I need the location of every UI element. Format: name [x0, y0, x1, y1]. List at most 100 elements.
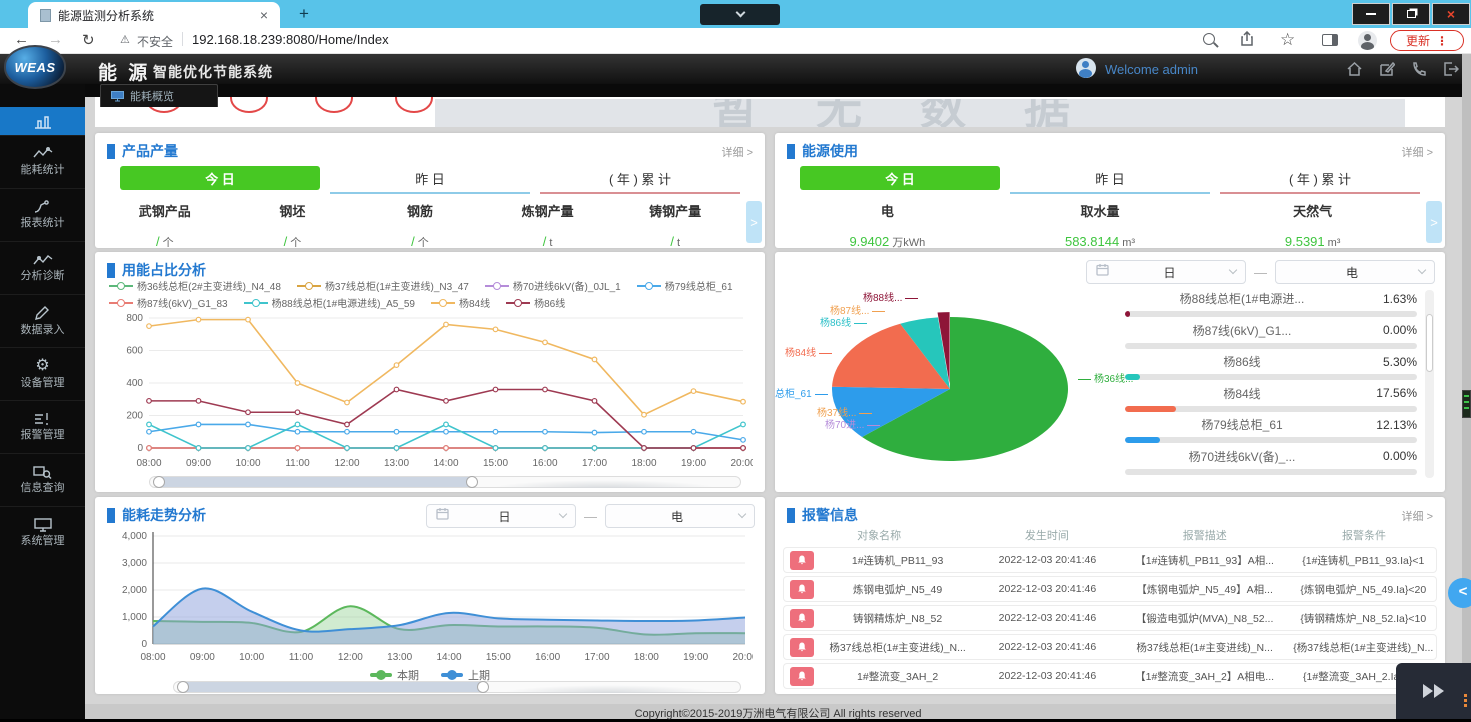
phone-icon[interactable]: [1412, 62, 1427, 76]
browser-tab-title: 能源监测分析系统: [58, 7, 256, 24]
rank-item[interactable]: 杨70进线6kV(备)_...0.00%: [1125, 448, 1417, 480]
svg-text:16:00: 16:00: [532, 458, 557, 469]
gauge-circle: [230, 97, 268, 113]
scroll-right-button[interactable]: >: [1426, 201, 1442, 243]
sidebar-item-analysis[interactable]: 分析诊断: [0, 241, 85, 294]
window-minimize-button[interactable]: [1352, 3, 1390, 25]
alarm-table-body: 1#连铸机_PB11_932022-12-03 20:41:46【1#连铸机_P…: [783, 547, 1437, 692]
tab-energy-overview[interactable]: 能耗概览: [100, 84, 218, 107]
datazoom-handle-right[interactable]: [477, 681, 489, 693]
product-detail-link[interactable]: 详细 >: [722, 144, 753, 160]
svg-text:600: 600: [126, 346, 143, 357]
datazoom-selection[interactable]: [180, 682, 486, 692]
tabstrip-dropdown-button[interactable]: [700, 4, 780, 25]
tab-today[interactable]: 今 日: [800, 166, 1000, 190]
edit-icon[interactable]: [1380, 62, 1395, 76]
table-row[interactable]: 1#连铸机_PB11_932022-12-03 20:41:46【1#连铸机_P…: [783, 547, 1437, 573]
legend-item[interactable]: 杨36线总柜(2#主变进线)_N4_48: [109, 278, 281, 293]
tab-year-total[interactable]: ( 年 ) 累 计: [540, 166, 740, 190]
gear-icon: ⚙: [35, 358, 49, 374]
tab-yesterday[interactable]: 昨 日: [1010, 166, 1210, 190]
datazoom-handle-left[interactable]: [177, 681, 189, 693]
chevron-down-icon: [735, 8, 745, 18]
share-icon[interactable]: [1240, 31, 1254, 52]
overlay-more-dots[interactable]: [1464, 694, 1467, 708]
scroll-right-button[interactable]: >: [746, 201, 762, 243]
sidebar-item-info-query[interactable]: 信息查询: [0, 453, 85, 506]
alert-lines-icon: [34, 412, 52, 426]
rank-item[interactable]: 杨84线17.56%: [1125, 385, 1417, 417]
security-warning-icon[interactable]: ⚠: [120, 33, 130, 46]
sidebar-item-overview[interactable]: [0, 107, 85, 135]
analysis-icon: [33, 253, 53, 267]
energy-type-select[interactable]: 电: [605, 504, 755, 528]
alarm-detail-link[interactable]: 详细 >: [1402, 508, 1433, 524]
window-close-button[interactable]: ×: [1432, 3, 1470, 25]
side-panel-icon[interactable]: [1322, 34, 1338, 46]
sidebar-item-data-entry[interactable]: 数据录入: [0, 294, 85, 347]
legend-item[interactable]: 杨70进线6kV(备)_0JL_1: [485, 278, 621, 293]
metric: 武钢产品/个: [101, 197, 229, 242]
logout-icon[interactable]: [1444, 62, 1459, 76]
svg-text:11:00: 11:00: [285, 458, 310, 469]
metric: 天然气9.5391m³: [1206, 197, 1419, 242]
legend-item[interactable]: 杨37线总柜(1#主变进线)_N3_47: [297, 278, 469, 293]
monitor-icon: [34, 518, 52, 532]
sidebar-item-energy-stats[interactable]: 能耗统计: [0, 135, 85, 188]
rank-item[interactable]: 杨88线总柜(1#电源进...1.63%: [1125, 290, 1417, 322]
energy-detail-link[interactable]: 详细 >: [1402, 144, 1433, 160]
zoom-icon[interactable]: [1203, 33, 1215, 45]
svg-text:800: 800: [126, 313, 143, 324]
svg-text:4,000: 4,000: [122, 531, 147, 542]
metric: 电9.9402万kWh: [781, 197, 994, 242]
bookmark-star-icon[interactable]: ☆: [1280, 30, 1295, 50]
collapse-panel-button[interactable]: <: [1448, 578, 1471, 608]
energy-type-select[interactable]: 电: [1275, 260, 1435, 284]
tab-close-icon[interactable]: ×: [256, 7, 272, 23]
rank-item[interactable]: 杨87线(6kV)_G1...0.00%: [1125, 322, 1417, 354]
metric: 铸钢产量/t: [611, 197, 739, 242]
reload-icon[interactable]: ↻: [82, 31, 95, 49]
table-row[interactable]: 铸钢精炼炉_N8_522022-12-03 20:41:46【锻造电弧炉(MVA…: [783, 605, 1437, 631]
period-select[interactable]: 日: [1086, 260, 1246, 284]
table-row[interactable]: 炼钢电弧炉_N5_492022-12-03 20:41:46【炼钢电弧炉_N5_…: [783, 576, 1437, 602]
tab-year-total[interactable]: ( 年 ) 累 计: [1220, 166, 1420, 190]
sidebar-item-system-mgmt[interactable]: 系统管理: [0, 506, 85, 559]
table-row[interactable]: 杨37线总柜(1#主变进线)_N...2022-12-03 20:41:46杨3…: [783, 634, 1437, 660]
home-icon[interactable]: [1347, 62, 1362, 76]
more-menu-icon[interactable]: ⋮: [1436, 34, 1448, 48]
rank-item[interactable]: 杨86线5.30%: [1125, 353, 1417, 385]
forward-icon[interactable]: →: [48, 31, 63, 48]
no-data-banner: 暂无数据: [435, 99, 1405, 127]
datazoom-selection[interactable]: [156, 477, 475, 487]
browser-tab[interactable]: 能源监测分析系统 ×: [28, 2, 280, 28]
trend-datazoom-slider[interactable]: [173, 681, 741, 693]
rank-item[interactable]: 杨79线总柜_6112.13%: [1125, 416, 1417, 448]
profile-avatar-icon[interactable]: [1358, 31, 1377, 50]
chevron-down-icon: [1418, 266, 1426, 274]
datazoom-handle-right[interactable]: [466, 476, 478, 488]
legend-item[interactable]: 杨79线总柜_61: [637, 278, 733, 293]
metric: 炼钢产量/t: [484, 197, 612, 242]
tab-today[interactable]: 今 日: [120, 166, 320, 190]
sidebar-item-report-stats[interactable]: 报表统计: [0, 188, 85, 241]
ranking-scrollbar[interactable]: [1425, 290, 1434, 478]
sidebar-item-alarm-mgmt[interactable]: 报警管理: [0, 400, 85, 453]
line-chart-datazoom-slider[interactable]: [149, 476, 741, 488]
scrollbar-thumb[interactable]: [1426, 314, 1433, 372]
media-overlay[interactable]: [1396, 663, 1471, 719]
tab-yesterday[interactable]: 昨 日: [330, 166, 530, 190]
window-restore-button[interactable]: [1392, 3, 1430, 25]
sidebar-item-device-mgmt[interactable]: ⚙ 设备管理: [0, 347, 85, 400]
browser-update-button[interactable]: 更新 ⋮: [1390, 30, 1464, 51]
user-avatar[interactable]: [1076, 58, 1096, 78]
scrolled-panel-strip: 暂无数据: [95, 97, 1445, 127]
datazoom-handle-left[interactable]: [153, 476, 165, 488]
period-select[interactable]: 日: [426, 504, 576, 528]
address-url[interactable]: 192.168.18.239:8080/Home/Index: [192, 32, 389, 47]
svg-text:20:00: 20:00: [732, 652, 753, 663]
main-content: 暂无数据 产品产量 详细 > 今 日 昨 日 ( 年 ) 累 计 武钢产品/个 …: [85, 97, 1471, 704]
new-tab-button[interactable]: +: [292, 3, 316, 25]
svg-text:16:00: 16:00: [535, 652, 560, 663]
table-row[interactable]: 1#整流变_3AH_22022-12-03 20:41:46【1#整流变_3AH…: [783, 663, 1437, 689]
